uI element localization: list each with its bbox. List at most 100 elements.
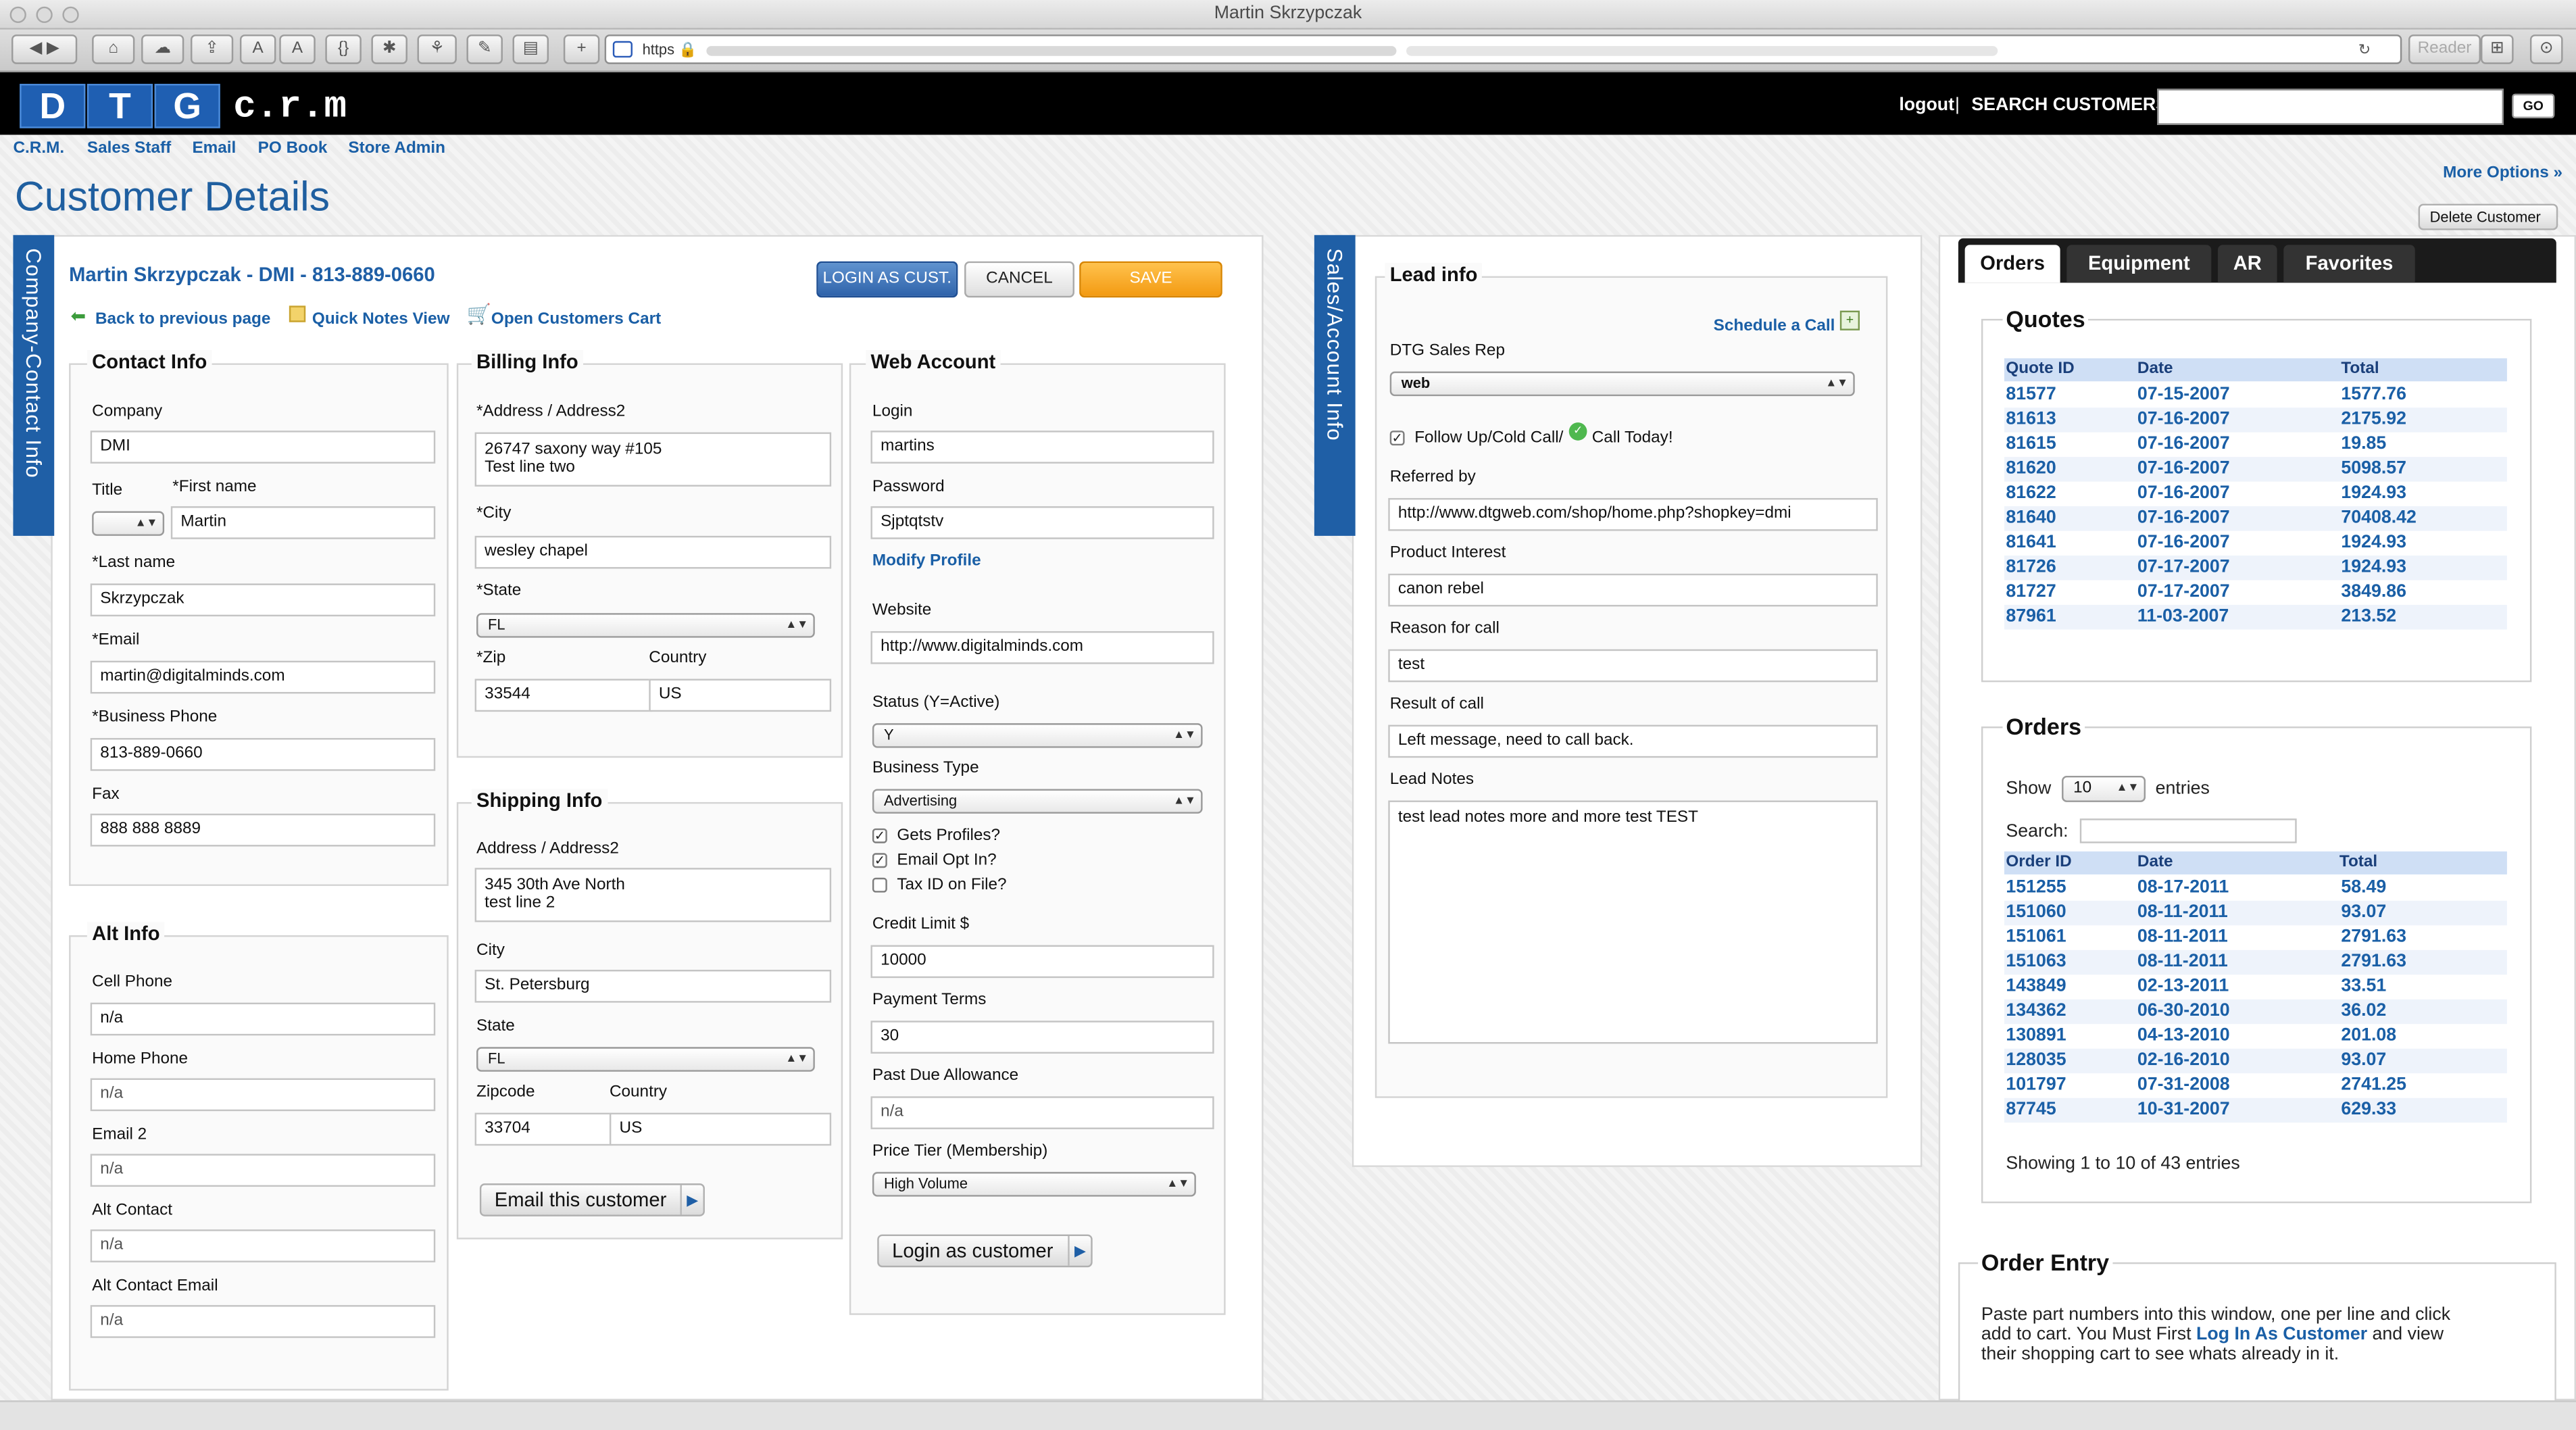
sales-rep-select[interactable]: web ▲▼ xyxy=(1389,371,1855,397)
table-row[interactable]: 81620 07-16-2007 5098.57 xyxy=(2004,457,2507,482)
quote-id-header[interactable]: Quote ID xyxy=(2006,358,2074,381)
address-bar[interactable]: https 🔒 ↻ xyxy=(604,34,2402,64)
table-row[interactable]: 151060 08-11-2011 93.07 xyxy=(2004,900,2507,926)
table-cell-id[interactable]: 81726 xyxy=(2006,556,2056,580)
table-row[interactable]: 81613 07-16-2007 2175.92 xyxy=(2004,408,2507,433)
orders-search-input[interactable] xyxy=(2079,818,2297,843)
bookmarks-icon[interactable]: ⚘ xyxy=(417,34,457,64)
table-cell-id[interactable]: 151063 xyxy=(2006,950,2066,975)
email-this-customer-button[interactable]: Email this customer ▶ xyxy=(479,1183,705,1216)
back-to-previous-link[interactable]: Back to previous page xyxy=(95,311,270,329)
billing-state-select[interactable]: FL ▲▼ xyxy=(476,613,815,638)
open-cart-link[interactable]: Open Customers Cart xyxy=(491,311,661,329)
table-cell-id[interactable]: 151255 xyxy=(2006,876,2066,900)
company-contact-vertical-tab[interactable]: Company-Contact Info xyxy=(13,235,55,536)
share-icon[interactable]: ⇪ xyxy=(191,34,234,64)
new-tab-icon[interactable]: + xyxy=(563,34,600,64)
text-smaller-icon[interactable]: A xyxy=(239,34,276,64)
table-row[interactable]: 151255 08-17-2011 58.49 xyxy=(2004,876,2507,900)
cell-phone-input[interactable]: n/a xyxy=(90,1002,436,1036)
clipboard-icon[interactable]: ▤ xyxy=(512,34,549,64)
developer-icon[interactable]: {} xyxy=(325,34,362,64)
tab-favorites[interactable]: Favorites xyxy=(2283,245,2415,283)
business-type-select[interactable]: Advertising ▲▼ xyxy=(872,789,1203,814)
email-input[interactable]: martin@digitalminds.com xyxy=(90,660,436,694)
table-row[interactable]: 87961 11-03-2007 213.52 xyxy=(2004,605,2507,630)
table-row[interactable]: 81727 07-17-2007 3849.86 xyxy=(2004,581,2507,605)
table-cell-id[interactable]: 81727 xyxy=(2006,581,2056,605)
tab-equipment[interactable]: Equipment xyxy=(2066,245,2212,283)
icloud-icon[interactable]: ☁ xyxy=(141,34,184,64)
nav-sales-staff[interactable]: Sales Staff xyxy=(87,140,171,158)
referred-by-input[interactable]: http://www.dtgweb.com/shop/home.php?shop… xyxy=(1388,497,1878,531)
credit-limit-input[interactable]: 10000 xyxy=(870,945,1214,979)
back-forward-icon[interactable]: ◀ ▶ xyxy=(11,34,78,64)
shipping-zip-input[interactable]: 33704 xyxy=(474,1112,613,1146)
table-cell-id[interactable]: 81622 xyxy=(2006,482,2056,506)
status-select[interactable]: Y ▲▼ xyxy=(872,723,1203,748)
home-icon[interactable]: ⌂ xyxy=(92,34,135,64)
past-due-input[interactable]: n/a xyxy=(870,1096,1214,1129)
quote-date-header[interactable]: Date xyxy=(2137,358,2173,381)
table-cell-id[interactable]: 87961 xyxy=(2006,605,2056,629)
table-cell-id[interactable]: 81640 xyxy=(2006,506,2056,531)
result-input[interactable]: Left message, need to call back. xyxy=(1388,724,1878,758)
tab-orders[interactable]: Orders xyxy=(1964,245,2060,283)
billing-city-input[interactable]: wesley chapel xyxy=(474,535,832,569)
logout-link[interactable]: logout xyxy=(1899,95,1954,115)
shipping-country-input[interactable]: US xyxy=(609,1112,832,1146)
nav-po-book[interactable]: PO Book xyxy=(258,140,328,158)
price-tier-select[interactable]: High Volume ▲▼ xyxy=(872,1172,1196,1197)
table-row[interactable]: 81622 07-16-2007 1924.93 xyxy=(2004,482,2507,506)
schedule-call-link[interactable]: Schedule a Call xyxy=(1714,317,1835,335)
save-customer-button[interactable]: SAVE CUSTOMER xyxy=(1079,261,1222,320)
table-cell-id[interactable]: 81641 xyxy=(2006,531,2056,556)
lead-notes-textarea[interactable]: test lead notes more and more test TEST xyxy=(1388,800,1878,1044)
table-cell-id[interactable]: 81615 xyxy=(2006,433,2056,457)
login-as-cust-button[interactable]: LOGIN AS CUST. xyxy=(816,261,958,298)
business-phone-input[interactable]: 813-889-0660 xyxy=(90,738,436,771)
quote-total-header[interactable]: Total xyxy=(2341,358,2379,381)
reload-icon[interactable]: ↻ xyxy=(2358,36,2371,63)
table-row[interactable]: 101797 07-31-2008 2741.25 xyxy=(2004,1073,2507,1098)
table-row[interactable]: 134362 06-30-2010 36.02 xyxy=(2004,999,2507,1025)
extension-icon[interactable]: ✱ xyxy=(371,34,407,64)
website-input[interactable]: http://www.digitalminds.com xyxy=(870,631,1214,664)
table-cell-id[interactable]: 151060 xyxy=(2006,901,2066,925)
downloads-icon[interactable]: ⊙ xyxy=(2529,34,2563,64)
nav-email[interactable]: Email xyxy=(192,140,236,158)
payment-terms-input[interactable]: 30 xyxy=(870,1020,1214,1054)
order-total-header[interactable]: Total xyxy=(2339,852,2377,874)
table-row[interactable]: 81615 07-16-2007 19.85 xyxy=(2004,433,2507,457)
table-cell-id[interactable]: 81577 xyxy=(2006,383,2056,408)
title-select[interactable]: ▲▼ xyxy=(92,511,165,536)
billing-country-input[interactable]: US xyxy=(649,679,832,712)
table-row[interactable]: 81577 07-15-2007 1577.76 xyxy=(2004,383,2507,408)
top-sites-icon[interactable]: ⊞ xyxy=(2480,34,2514,64)
login-as-customer-button[interactable]: Login as customer ▶ xyxy=(877,1234,1093,1268)
shipping-city-input[interactable]: St. Petersburg xyxy=(474,969,832,1003)
table-row[interactable]: 128035 02-16-2010 93.07 xyxy=(2004,1048,2507,1074)
table-cell-id[interactable]: 134362 xyxy=(2006,1000,2066,1024)
last-name-input[interactable]: Skrzypczak xyxy=(90,583,436,617)
search-customers-input[interactable] xyxy=(2157,89,2504,125)
more-options-link[interactable]: More Options » xyxy=(2443,164,2562,182)
login-input[interactable]: martins xyxy=(870,430,1214,464)
reason-input[interactable]: test xyxy=(1388,649,1878,683)
tools-icon[interactable]: ✎ xyxy=(466,34,503,64)
shipping-address-textarea[interactable]: 345 30th Ave North test line 2 xyxy=(474,868,832,922)
cancel-button[interactable]: CANCEL xyxy=(964,261,1074,298)
billing-address-textarea[interactable]: 26747 saxony way #105 Test line two xyxy=(474,432,832,487)
tab-ar[interactable]: AR xyxy=(2218,245,2277,283)
table-cell-id[interactable]: 81620 xyxy=(2006,457,2056,481)
table-row[interactable]: 151061 08-11-2011 2791.63 xyxy=(2004,925,2507,950)
billing-zip-input[interactable]: 33544 xyxy=(474,679,653,712)
modify-profile-link[interactable]: Modify Profile xyxy=(872,552,981,570)
entries-select[interactable]: 10 ▲▼ xyxy=(2062,775,2146,802)
log-in-as-customer-link[interactable]: Log In As Customer xyxy=(2196,1325,2367,1344)
product-interest-input[interactable]: canon rebel xyxy=(1388,573,1878,607)
table-cell-id[interactable]: 87745 xyxy=(2006,1098,2056,1123)
delete-customer-button[interactable]: Delete Customer xyxy=(2418,203,2558,230)
alt-contact-input[interactable]: n/a xyxy=(90,1229,436,1262)
fax-input[interactable]: 888 888 8889 xyxy=(90,813,436,847)
